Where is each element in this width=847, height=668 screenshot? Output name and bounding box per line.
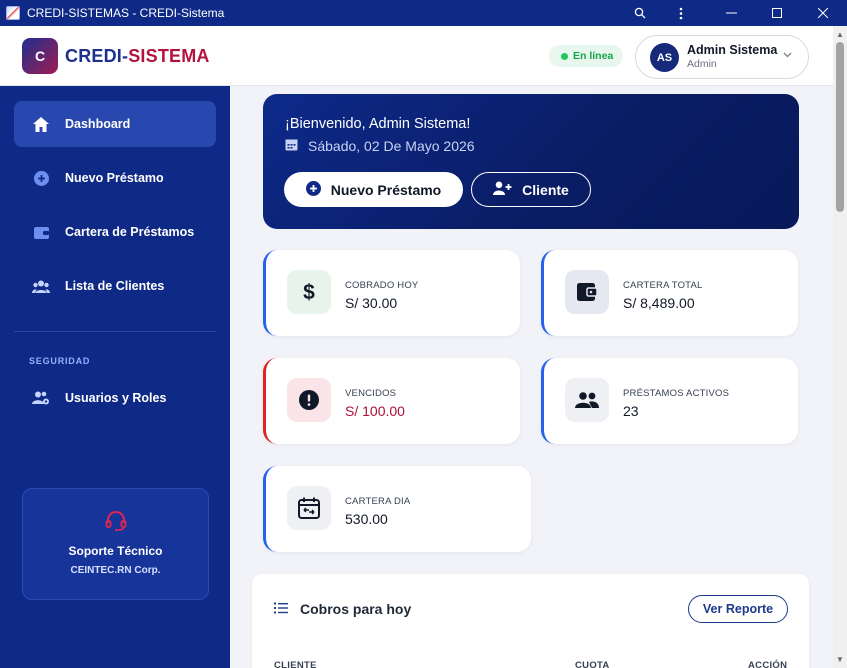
stat-label: CARTERA TOTAL	[623, 280, 703, 291]
stat-card-prestamos-activos[interactable]: PRÉSTAMOS ACTIVOS 23	[541, 358, 798, 444]
stat-label: VENCIDOS	[345, 388, 397, 399]
cobros-title: Cobros para hoy	[274, 601, 411, 617]
svg-text:$: $	[303, 281, 315, 303]
chevron-down-icon	[783, 50, 792, 61]
app-icon	[6, 6, 20, 20]
new-client-button[interactable]: Cliente	[471, 172, 591, 207]
cobros-panel: Cobros para hoy Ver Reporte CLIENTE CUOT…	[252, 574, 809, 668]
sidebar-item-label: Dashboard	[65, 117, 131, 131]
column-header-cuota: CUOTA	[575, 660, 610, 668]
sidebar-item-label: Cartera de Préstamos	[65, 225, 195, 239]
sidebar-item-usuarios-roles[interactable]: Usuarios y Roles	[14, 375, 216, 421]
view-report-button[interactable]: Ver Reporte	[688, 595, 788, 623]
stat-value: S/ 8,489.00	[623, 295, 695, 311]
welcome-banner: ¡Bienvenido, Admin Sistema! Sábado, 02 D…	[263, 94, 799, 229]
close-icon[interactable]	[800, 0, 846, 26]
support-title: Soporte Técnico	[68, 544, 163, 558]
stat-label: PRÉSTAMOS ACTIVOS	[623, 388, 730, 399]
calendar-icon	[285, 138, 298, 154]
users-icon	[30, 280, 52, 293]
stat-card-cartera-dia[interactable]: CARTERA DIA 530.00	[263, 466, 531, 552]
more-icon[interactable]	[658, 0, 704, 26]
scroll-up-icon[interactable]: ▲	[836, 30, 844, 39]
app-header: C CREDI-SISTEMA En línea AS Admin Sistem…	[0, 26, 833, 86]
wallet-icon	[565, 270, 609, 314]
sidebar-divider	[14, 331, 216, 332]
maximize-icon[interactable]	[754, 0, 800, 26]
search-icon[interactable]	[617, 0, 663, 26]
support-card[interactable]: Soporte Técnico CEINTEC.RN Corp.	[22, 488, 209, 600]
stat-value: S/ 30.00	[345, 295, 398, 311]
sidebar-section-seguridad: SEGURIDAD	[29, 356, 91, 366]
user-menu[interactable]: AS Admin Sistema Admin	[635, 35, 809, 79]
list-icon	[274, 601, 288, 617]
user-name: Admin Sistema	[687, 43, 778, 57]
stat-value: S/ 100.00	[345, 403, 405, 419]
cobros-title-text: Cobros para hoy	[300, 601, 412, 617]
stat-card-cartera-total[interactable]: CARTERA TOTAL S/ 8,489.00	[541, 250, 798, 336]
alert-icon	[287, 378, 331, 422]
new-loan-button[interactable]: Nuevo Préstamo	[284, 172, 463, 207]
stat-label: COBRADO HOY	[345, 280, 419, 291]
new-loan-label: Nuevo Préstamo	[330, 181, 442, 198]
plus-circle-icon	[30, 170, 52, 186]
sidebar-item-label: Usuarios y Roles	[65, 391, 167, 405]
brand-part1: CREDI-	[65, 46, 129, 66]
scroll-down-icon[interactable]: ▼	[836, 655, 844, 664]
sidebar-item-dashboard[interactable]: Dashboard	[14, 101, 216, 147]
sidebar-item-label: Lista de Clientes	[65, 279, 165, 293]
welcome-greeting: ¡Bienvenido, Admin Sistema!	[285, 116, 471, 132]
brand-part2: SISTEMA	[128, 46, 210, 66]
plus-circle-icon	[305, 180, 321, 199]
window-titlebar: CREDI-SISTEMAS - CREDI-Sistema	[0, 0, 847, 26]
sidebar-item-label: Nuevo Préstamo	[65, 171, 164, 185]
users-icon	[565, 378, 609, 422]
minimize-icon[interactable]	[708, 0, 754, 26]
new-client-label: Cliente	[522, 181, 569, 198]
current-date-text: Sábado, 02 De Mayo 2026	[308, 138, 475, 154]
brand-name: CREDI-SISTEMA	[65, 46, 210, 67]
column-header-cliente: CLIENTE	[274, 660, 317, 668]
wallet-icon	[30, 226, 52, 239]
stat-card-vencidos[interactable]: VENCIDOS S/ 100.00	[263, 358, 520, 444]
sidebar: Dashboard Nuevo Préstamo Cartera de Prés…	[0, 86, 230, 668]
dollar-icon: $	[287, 270, 331, 314]
window-title: CREDI-SISTEMAS - CREDI-Sistema	[27, 6, 225, 20]
column-header-accion: ACCIÓN	[748, 660, 788, 668]
current-date: Sábado, 02 De Mayo 2026	[285, 138, 475, 154]
sidebar-item-nuevo-prestamo[interactable]: Nuevo Préstamo	[14, 155, 216, 201]
scrollbar[interactable]: ▲ ▼	[833, 26, 847, 668]
user-role: Admin	[687, 58, 717, 70]
stat-value: 23	[623, 403, 639, 419]
logo[interactable]: C	[22, 38, 58, 74]
user-plus-icon	[493, 181, 512, 198]
support-subtitle: CEINTEC.RN Corp.	[70, 565, 161, 576]
headset-icon	[104, 509, 128, 538]
status-dot	[561, 52, 568, 60]
avatar: AS	[650, 43, 679, 72]
stat-label: CARTERA DIA	[345, 496, 411, 507]
status-text: En línea	[573, 50, 614, 62]
sidebar-item-cartera[interactable]: Cartera de Préstamos	[14, 209, 216, 255]
users-gear-icon	[30, 391, 52, 405]
home-icon	[30, 116, 52, 132]
stat-value: 530.00	[345, 511, 388, 527]
scrollbar-thumb[interactable]	[836, 42, 844, 212]
sidebar-item-clientes[interactable]: Lista de Clientes	[14, 263, 216, 309]
status-badge: En línea	[549, 45, 624, 67]
calendar-icon	[287, 486, 331, 530]
stat-card-cobrado-hoy[interactable]: $ COBRADO HOY S/ 30.00	[263, 250, 520, 336]
